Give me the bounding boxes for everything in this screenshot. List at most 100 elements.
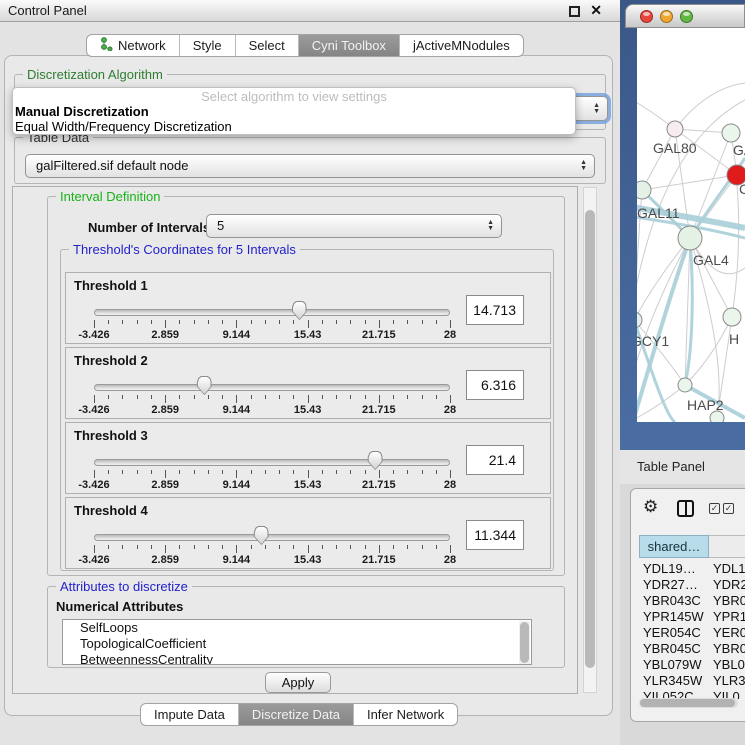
node-label: H [729,331,739,347]
threshold-slider[interactable]: -3.4262.8599.14415.4321.71528 [94,423,450,495]
right-node[interactable] [723,308,741,326]
table-data-combo[interactable]: galFiltered.sif default node ▲▼ [25,154,595,178]
slider-tick [422,320,423,324]
slider-tick [165,470,166,478]
threshold-slider[interactable]: -3.4262.8599.14415.4321.71528 [94,273,450,345]
attribute-list-item[interactable]: TopologicalCoefficient [63,636,531,652]
table-horizontal-scrollbar[interactable] [639,698,738,708]
node-label: GAL80 [653,140,697,156]
GAL4-node[interactable] [678,226,702,250]
slider-thumb[interactable] [197,376,212,395]
table-row[interactable]: YDL19…YDL1 [639,561,745,577]
tab-discretize-data[interactable]: Discretize Data [239,704,354,725]
slider-track[interactable] [94,534,450,541]
slider-track[interactable] [94,384,450,391]
GAL80-node[interactable] [667,121,683,137]
slider-tick [179,470,180,474]
slider-tick [179,395,180,399]
attribute-list-item[interactable]: SelfLoops [63,620,531,636]
slider-track[interactable] [94,459,450,466]
slider-tick-label: 9.144 [223,554,251,566]
tab-jactivemnodules[interactable]: jActiveMNodules [400,35,523,56]
threshold-value-field[interactable]: 6.316 [466,370,524,400]
slider-tick [279,395,280,399]
threshold-value-field[interactable]: 14.713 [466,295,524,325]
slider-tick [208,320,209,324]
table-column-header[interactable]: shared… [639,535,709,558]
slider-tick [450,545,451,553]
zoom-traffic-light-icon[interactable] [680,10,693,23]
slider-tick [393,470,394,474]
node-label: GAL4 [693,252,729,268]
tab-style[interactable]: Style [180,35,236,56]
slider-thumb[interactable] [292,301,307,320]
combo-stepper-icon: ▲▼ [487,220,494,232]
algorithm-group-title: Discretization Algorithm [23,67,167,82]
slider-track[interactable] [94,309,450,316]
HAP2-node[interactable] [678,378,692,392]
network-canvas[interactable]: GAL80GACGAL11GAL4GCY1HHAP2 [637,28,745,422]
dropdown-prompt[interactable]: Select algorithm to view settings [13,89,575,104]
threshold-slider[interactable]: -3.4262.8599.14415.4321.71528 [94,348,450,420]
network-edge [642,129,675,190]
table-row[interactable]: YPR145WYPR1 [639,609,745,625]
checkbox-icon[interactable]: ✓ [723,503,734,514]
slider-tick [436,320,437,324]
slider-thumb[interactable] [254,526,269,545]
table-row[interactable]: YBR043CYBR0 [639,593,745,609]
slider-tick-label: 9.144 [223,404,251,416]
tab-label: Style [193,38,222,53]
table-column-header[interactable]: na [709,535,745,558]
tab-impute-data[interactable]: Impute Data [141,704,239,725]
control-panel: Control Panel ✕ NetworkStyleSelectCyni T… [0,0,620,745]
GAL11-node[interactable] [637,181,651,199]
slider-tick [350,320,351,324]
slider-tick [407,395,408,399]
slider-tick [322,395,323,399]
slider-tick-label: 15.43 [294,329,322,341]
table-cell: YDR2 [709,577,745,593]
slider-thumb[interactable] [368,451,383,470]
dropdown-item[interactable]: Manual Discretization [13,104,575,119]
slider-tick [436,545,437,549]
top-right-node[interactable] [722,124,740,142]
table-cell: YPR1 [709,609,745,625]
threshold-group-title: Threshold's Coordinates for 5 Intervals [69,242,300,257]
split-columns-icon[interactable] [677,500,694,517]
slider-tick [422,470,423,474]
slider-tick-label: 15.43 [294,554,322,566]
dropdown-item[interactable]: Equal Width/Frequency Discretization [13,119,575,134]
table-row[interactable]: YER054CYER0 [639,625,745,641]
minimize-traffic-light-icon[interactable] [660,10,673,23]
numerical-attributes-label: Numerical Attributes [56,599,183,614]
tab-select[interactable]: Select [236,35,299,56]
gear-icon[interactable]: ⚙ [643,497,658,517]
threshold-value-field[interactable]: 21.4 [466,445,524,475]
tab-label: jActiveMNodules [413,38,510,53]
combo-stepper-icon: ▲▼ [593,103,600,115]
close-traffic-light-icon[interactable] [640,10,653,23]
attributes-list-scrollbar[interactable] [519,621,530,665]
apply-button[interactable]: Apply [265,672,331,693]
slider-tick [137,320,138,324]
settings-vertical-scrollbar[interactable] [583,187,597,693]
close-icon[interactable]: ✕ [590,2,602,19]
table-row[interactable]: YDR27…YDR2 [639,577,745,593]
tab-cyni-toolbox[interactable]: Cyni Toolbox [299,35,400,56]
threshold-slider[interactable]: -3.4262.8599.14415.4321.71528 [94,498,450,570]
slider-tick [422,395,423,399]
table-row[interactable]: YBR045CYBR0 [639,641,745,657]
threshold-value-field[interactable]: 11.344 [466,520,524,550]
tab-network[interactable]: Network [87,35,180,56]
float-window-icon[interactable] [569,6,580,17]
table-row[interactable]: YBL079WYBL0 [639,657,745,673]
number-of-intervals-combo[interactable]: 5 ▲▼ [206,214,502,238]
tab-infer-network[interactable]: Infer Network [354,704,457,725]
panel-tab-bar: Network Style SelectCyni Toolbox jActiveMNo… [86,34,524,57]
network-icon [100,37,113,54]
checkbox-icon[interactable]: ✓ [709,503,720,514]
attribute-list-item[interactable]: BetweennessCentrality [63,652,531,665]
slider-tick [165,395,166,403]
GCY1-node[interactable] [637,312,642,328]
table-row[interactable]: YLR345WYLR3 [639,673,745,689]
